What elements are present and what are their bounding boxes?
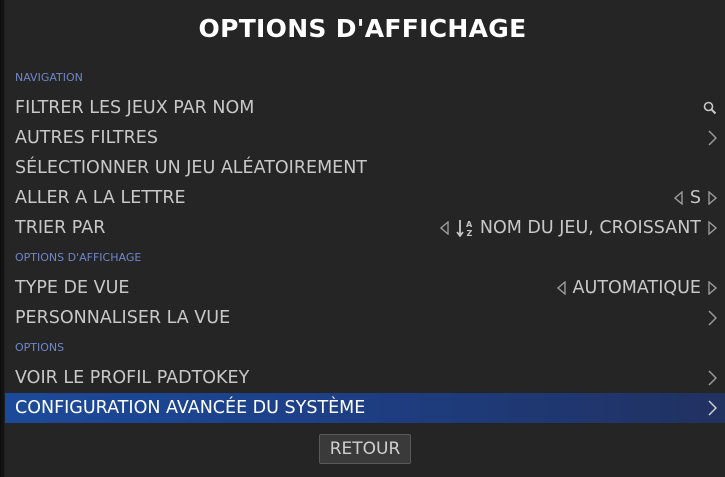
arrow-left-icon[interactable]	[556, 281, 566, 295]
row-label: AUTRES FILTRES	[15, 128, 158, 148]
view-type-value: AUTOMATIQUE	[572, 278, 701, 298]
section-header-navigation: NAVIGATION	[15, 71, 83, 84]
row-customize-view[interactable]: PERSONNALISER LA VUE	[5, 303, 725, 333]
row-label: CONFIGURATION AVANCÉE DU SYSTÈME	[15, 398, 366, 418]
row-label: VOIR LE PROFIL PADTOKEY	[15, 368, 250, 388]
section-header-options: OPTIONS	[15, 341, 65, 354]
row-label: SÉLECTIONNER UN JEU ALÉATOIREMENT	[15, 158, 367, 178]
row-padtokey-profile[interactable]: VOIR LE PROFIL PADTOKEY	[5, 363, 725, 393]
arrow-left-icon[interactable]	[673, 191, 683, 205]
row-other-filters[interactable]: AUTRES FILTRES	[5, 123, 725, 153]
section-header-display-options: OPTIONS D'AFFICHAGE	[15, 251, 142, 264]
menu-title: OPTIONS D'AFFICHAGE	[198, 14, 527, 43]
row-filter-by-name[interactable]: FILTRER LES JEUX PAR NOM	[5, 93, 725, 123]
search-icon	[703, 101, 717, 115]
chevron-right-icon	[708, 370, 717, 386]
arrow-right-icon[interactable]	[708, 221, 717, 235]
row-sort-by[interactable]: TRIER PAR A Z NOM DU JEU, CROISSANT	[5, 213, 725, 243]
svg-text:A: A	[466, 220, 473, 229]
row-label: PERSONNALISER LA VUE	[15, 308, 231, 328]
svg-text:Z: Z	[466, 229, 472, 238]
row-label: ALLER A LA LETTRE	[15, 188, 186, 208]
chevron-right-icon	[708, 400, 717, 416]
arrow-right-icon[interactable]	[708, 281, 717, 295]
row-label: TRIER PAR	[15, 218, 106, 238]
row-view-type[interactable]: TYPE DE VUE AUTOMATIQUE	[5, 273, 725, 303]
chevron-right-icon	[708, 310, 717, 326]
sort-alpha-icon: A Z	[456, 218, 476, 238]
row-jump-to-letter[interactable]: ALLER A LA LETTRE S	[5, 183, 725, 213]
chevron-right-icon	[708, 130, 717, 146]
row-label: TYPE DE VUE	[15, 278, 130, 298]
row-label: FILTRER LES JEUX PAR NOM	[15, 98, 255, 118]
letter-value: S	[689, 188, 701, 208]
back-button[interactable]: RETOUR	[319, 434, 411, 464]
row-advanced-system-config[interactable]: CONFIGURATION AVANCÉE DU SYSTÈME	[5, 393, 725, 423]
arrow-left-icon[interactable]	[439, 221, 449, 235]
sort-value: NOM DU JEU, CROISSANT	[479, 218, 701, 238]
row-random-game[interactable]: SÉLECTIONNER UN JEU ALÉATOIREMENT	[5, 153, 725, 183]
arrow-right-icon[interactable]	[708, 191, 717, 205]
